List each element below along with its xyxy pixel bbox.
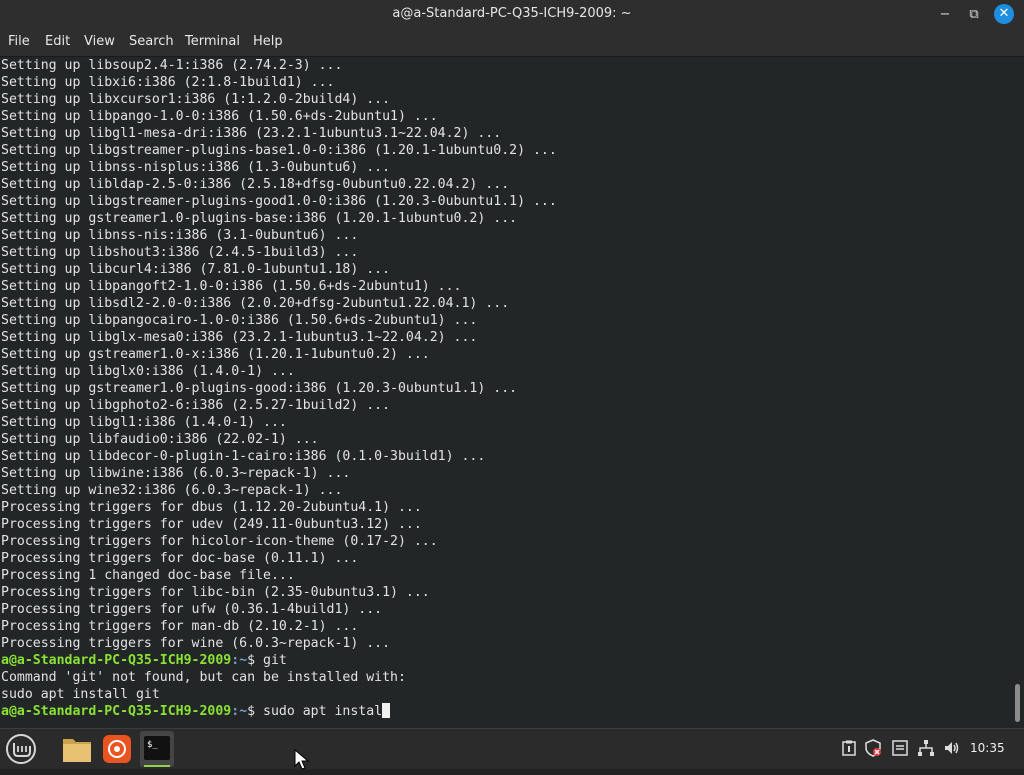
terminal-line: Setting up libxi6:i386 (2:1.8-1build1) .…: [1, 75, 335, 90]
terminal-line: Setting up libgphoto2-6:i386 (2.5.27-1bu…: [1, 398, 391, 413]
clipboard-icon[interactable]: [840, 739, 858, 757]
terminal-output: Setting up libsoup2.4-1:i386 (2.74.2-3) …: [1, 57, 557, 720]
update-icon[interactable]: [891, 739, 909, 757]
terminal-line: Setting up libnss-nis:i386 (3.1-0ubuntu6…: [1, 228, 359, 243]
menu-icon[interactable]: [4, 731, 38, 767]
clock[interactable]: 10:35: [970, 741, 1005, 755]
prompt-symbol: $: [247, 653, 264, 668]
terminal-line: Setting up libxcursor1:i386 (1:1.2.0-2bu…: [1, 92, 391, 107]
close-button[interactable]: ✕: [994, 4, 1014, 24]
terminal-line: Setting up libdecor-0-plugin-1-cairo:i38…: [1, 449, 486, 464]
terminal-line: Processing 1 changed doc-base file...: [1, 568, 295, 583]
terminal-line: Processing triggers for ufw (0.36.1-4bui…: [1, 602, 383, 617]
error-line: Command 'git' not found, but can be inst…: [1, 670, 406, 685]
current-prompt-line: a@a-Standard-PC-Q35-ICH9-2009:~$ sudo ap…: [1, 703, 557, 720]
menu-edit[interactable]: Edit: [45, 34, 70, 49]
terminal-line: Processing triggers for hicolor-icon-the…: [1, 534, 438, 549]
network-icon[interactable]: [917, 739, 935, 757]
menubar: File Edit View Search Terminal Help: [0, 29, 1024, 57]
error-line: sudo apt install git: [1, 687, 160, 702]
prompt-path: :~: [231, 704, 248, 719]
terminal-line: Processing triggers for udev (249.11-0ub…: [1, 517, 422, 532]
terminal-line: Setting up libpangocairo-1.0-0:i386 (1.5…: [1, 313, 478, 328]
terminal-line: Setting up libgstreamer-plugins-base1.0-…: [1, 143, 557, 158]
terminal-line: Setting up wine32:i386 (6.0.3~repack-1) …: [1, 483, 343, 498]
volume-icon[interactable]: [943, 739, 961, 757]
scrollbar-thumb[interactable]: [1015, 684, 1020, 722]
files-icon[interactable]: [60, 731, 94, 767]
terminal-area[interactable]: Setting up libsoup2.4-1:i386 (2.74.2-3) …: [0, 57, 1012, 728]
terminal-scrollbar[interactable]: [1012, 57, 1024, 728]
terminal-line: Setting up libgl1-mesa-dri:i386 (23.2.1-…: [1, 126, 502, 141]
terminal-line: Setting up libldap-2.5-0:i386 (2.5.18+df…: [1, 177, 510, 192]
terminal-line: Setting up libpango-1.0-0:i386 (1.50.6+d…: [1, 109, 438, 124]
terminal-line: Setting up libcurl4:i386 (7.81.0-1ubuntu…: [1, 262, 391, 277]
menu-help[interactable]: Help: [253, 34, 283, 49]
prompt-user: a@a-Standard-PC-Q35-ICH9-2009: [1, 704, 232, 719]
terminal-line: Processing triggers for doc-base (0.11.1…: [1, 551, 359, 566]
maximize-button[interactable]: ⧉: [963, 4, 985, 26]
taskbar: $_ 10:35: [0, 728, 1024, 769]
prompt-line: a@a-Standard-PC-Q35-ICH9-2009:~$ git: [1, 652, 557, 669]
prompt-user: a@a-Standard-PC-Q35-ICH9-2009: [1, 653, 232, 668]
terminal-line: Setting up libnss-nisplus:i386 (1.3-0ubu…: [1, 160, 391, 175]
menu-view[interactable]: View: [84, 34, 115, 49]
terminal-line: Setting up gstreamer1.0-x:i386 (1.20.1-1…: [1, 347, 430, 362]
terminal-line: Setting up gstreamer1.0-plugins-good:i38…: [1, 381, 518, 396]
terminal-line: Setting up libglx0:i386 (1.4.0-1) ...: [1, 364, 295, 379]
menu-search[interactable]: Search: [129, 34, 174, 49]
terminal-line: Processing triggers for wine (6.0.3~repa…: [1, 636, 391, 651]
terminal-line: Processing triggers for man-db (2.10.2-1…: [1, 619, 359, 634]
window-titlebar[interactable]: a@a-Standard-PC-Q35-ICH9-2009: ~ − ⧉ ✕: [0, 0, 1024, 29]
terminal-line: Setting up gstreamer1.0-plugins-base:i38…: [1, 211, 518, 226]
command-text: git: [263, 653, 287, 668]
command-input[interactable]: sudo apt instal: [263, 704, 382, 719]
menu-terminal[interactable]: Terminal: [185, 34, 240, 49]
terminal-icon[interactable]: $_: [140, 731, 174, 767]
terminal-line: Setting up libwine:i386 (6.0.3~repack-1)…: [1, 466, 351, 481]
window-title: a@a-Standard-PC-Q35-ICH9-2009: ~: [392, 6, 632, 21]
prompt-symbol: $: [247, 704, 264, 719]
terminal-line: Setting up libshout3:i386 (2.4.5-1build3…: [1, 245, 359, 260]
firefox-icon[interactable]: [100, 731, 134, 767]
shield-icon[interactable]: [864, 739, 882, 757]
terminal-line: Setting up libsdl2-2.0-0:i386 (2.0.20+df…: [1, 296, 510, 311]
minimize-button[interactable]: −: [934, 4, 956, 26]
terminal-line: Setting up libfaudio0:i386 (22.02-1) ...: [1, 432, 319, 447]
menu-file[interactable]: File: [8, 34, 30, 49]
terminal-line: Setting up libglx-mesa0:i386 (23.2.1-1ub…: [1, 330, 478, 345]
terminal-line: Setting up libpangoft2-1.0-0:i386 (1.50.…: [1, 279, 462, 294]
text-cursor: [382, 703, 391, 718]
terminal-line: Setting up libgstreamer-plugins-good1.0-…: [1, 194, 557, 209]
prompt-path: :~: [231, 653, 248, 668]
terminal-line: Processing triggers for dbus (1.12.20-2u…: [1, 500, 422, 515]
svg-text:$_: $_: [147, 740, 158, 750]
mouse-pointer-icon: [294, 748, 312, 775]
terminal-line: Setting up libgl1:i386 (1.4.0-1) ...: [1, 415, 287, 430]
terminal-line: Processing triggers for libc-bin (2.35-0…: [1, 585, 430, 600]
terminal-line: Setting up libsoup2.4-1:i386 (2.74.2-3) …: [1, 58, 343, 73]
